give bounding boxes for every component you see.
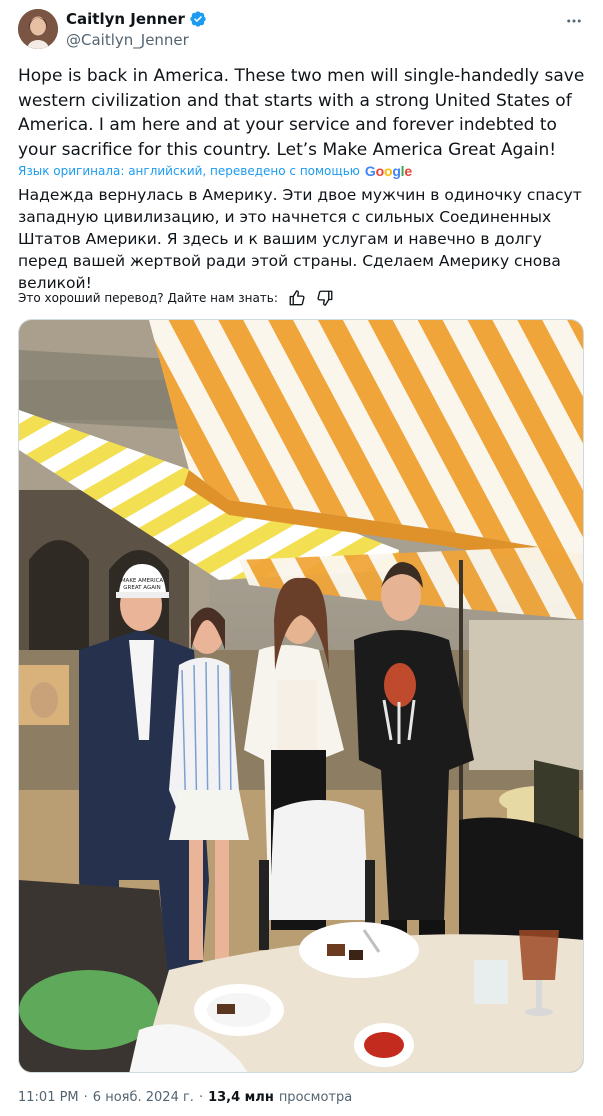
thumbs-down-icon[interactable] — [316, 289, 334, 307]
tweet-text: Hope is back in America. These two men w… — [18, 66, 585, 160]
feedback-prompt: Это хороший перевод? Дайте нам знать: — [18, 291, 278, 305]
tweet-meta: 11:01 PM · 6 нояб. 2024 г. · 13,4 млн пр… — [18, 1090, 352, 1105]
views-label: просмотра — [278, 1090, 353, 1105]
translated-text: Надежда вернулась в Америку. Эти двое му… — [18, 186, 582, 292]
more-options-button[interactable] — [563, 10, 585, 32]
tweet-photo[interactable]: MAKE AMERICA GREAT AGAIN — [18, 319, 584, 1073]
tweet-time[interactable]: 11:01 PM — [18, 1090, 79, 1105]
hat-text: MAKE AMERICA — [121, 578, 164, 584]
author-handle[interactable]: @Caitlyn_Jenner — [66, 31, 189, 49]
tweet-photo-image: MAKE AMERICA GREAT AGAIN — [19, 320, 583, 1072]
meta-separator-2: · — [198, 1090, 204, 1105]
more-options-icon — [567, 19, 581, 23]
translation-feedback: Это хороший перевод? Дайте нам знать: — [18, 289, 334, 307]
thumbs-up-icon[interactable] — [288, 289, 306, 307]
avatar[interactable] — [18, 9, 58, 49]
hat-text-2: GREAT AGAIN — [123, 585, 160, 591]
display-name[interactable]: Caitlyn Jenner — [66, 10, 185, 28]
avatar-image — [18, 9, 58, 49]
tweet-header: Caitlyn Jenner @Caitlyn_Jenner — [0, 0, 603, 60]
translation-attribution: Язык оригинала: английский, переведено с… — [18, 163, 412, 179]
google-logo: Google — [364, 163, 412, 179]
meta-separator: · — [83, 1090, 88, 1105]
tweet-date[interactable]: 6 нояб. 2024 г. — [93, 1090, 194, 1105]
verified-badge-icon — [190, 11, 206, 27]
translation-label[interactable]: Язык оригинала: английский, переведено с… — [18, 164, 360, 178]
views-count: 13,4 млн — [208, 1090, 274, 1105]
author-name-row: Caitlyn Jenner — [66, 10, 207, 28]
